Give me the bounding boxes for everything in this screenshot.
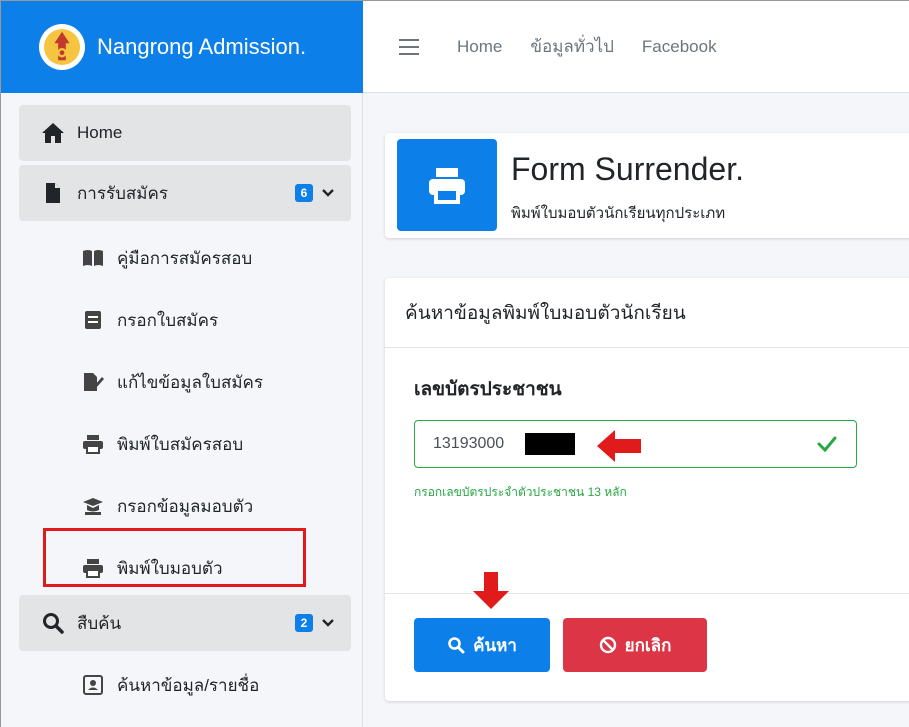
sidebar-item-fill-application[interactable]: กรอกใบสมัคร [19,289,351,351]
page-subtitle: พิมพ์ใบมอบตัวนักเรียนทุกประเภท [511,205,726,222]
cancel-button-label: ยกเลิก [624,635,672,655]
annotation-arrow-left-icon [597,430,641,462]
redaction-block [525,433,575,455]
sidebar-item-label: พิมพ์ใบสมัครสอบ [117,434,244,454]
id-card-icon [81,674,105,696]
sidebar-item-label: การรับสมัคร [77,183,168,203]
page-title: Form Surrender. [511,151,744,187]
print-icon [81,433,105,455]
book-open-icon [81,247,105,269]
count-badge: 2 [295,614,313,632]
ban-icon [599,636,616,654]
check-icon [817,436,837,453]
help-text: กรอกเลขบัตรประจำตัวประชาชน 13 หลัก [414,485,627,499]
sidebar-item-label: กรอกข้อมูลมอบตัว [117,496,254,516]
cancel-button[interactable]: ยกเลิก [563,618,707,672]
graduation-cap-icon [81,495,105,517]
school-logo [39,24,85,70]
chevron-down-icon[interactable] [321,186,335,200]
count-badge: 6 [295,184,313,202]
sidebar-item-label: สืบค้น [77,613,122,633]
sidebar-item-label: กรอกใบสมัคร [117,310,219,330]
file-signature-icon [81,371,105,393]
search-section: สืบค้น 2 ค้นหาข้อมูล/รายชื่อ [19,595,351,715]
document-icon [81,309,105,331]
page-info-box: Form Surrender. พิมพ์ใบมอบตัวนักเรียนทุก… [385,133,909,238]
annotation-arrow-down-icon [473,572,509,609]
nav-link-general-info[interactable]: ข้อมูลทั่วไป [530,33,614,60]
sidebar-item-home[interactable]: Home [19,105,351,161]
app-frame: Nangrong Admission. Home การรับสมัคร 6 ค… [0,0,909,727]
menu-toggle-icon[interactable] [399,38,419,55]
brand-link[interactable]: Nangrong Admission. [1,1,363,93]
search-button[interactable]: ค้นหา [414,618,550,672]
sidebar-item-search-list[interactable]: ค้นหาข้อมูล/รายชื่อ [19,655,351,715]
sidebar-item-print-application[interactable]: พิมพ์ใบสมัครสอบ [19,413,351,475]
sidebar-item-label: ค้นหาข้อมูล/รายชื่อ [117,675,260,695]
print-icon [397,139,497,231]
top-navbar: Home ข้อมูลทั่วไป Facebook [363,1,909,93]
search-icon [39,611,67,635]
nav-link-facebook[interactable]: Facebook [642,37,717,57]
sidebar-item-admission[interactable]: การรับสมัคร 6 [19,165,351,221]
id-number-label: เลขบัตรประชาชน [414,379,562,400]
sidebar-item-label: แก้ไขข้อมูลใบสมัคร [117,372,264,392]
nav-link-home[interactable]: Home [457,37,502,57]
search-form-card: ค้นหาข้อมูลพิมพ์ใบมอบตัวนักเรียน เลขบัตร… [385,278,909,701]
file-icon [39,181,67,205]
sidebar: Nangrong Admission. Home การรับสมัคร 6 ค… [1,1,363,727]
id-number-input[interactable] [433,435,523,453]
search-button-label: ค้นหา [473,635,517,655]
sidebar-item-manual[interactable]: คู่มือการสมัครสอบ [19,227,351,289]
home-icon [39,121,67,145]
card-title: ค้นหาข้อมูลพิมพ์ใบมอบตัวนักเรียน [385,278,909,348]
sidebar-item-label: Home [77,123,123,142]
annotation-highlight-box [43,528,306,587]
brand-title: Nangrong Admission. [97,34,307,59]
sidebar-item-edit-application[interactable]: แก้ไขข้อมูลใบสมัคร [19,351,351,413]
search-icon [448,637,465,654]
sidebar-nav: Home การรับสมัคร 6 [19,105,351,225]
sidebar-item-search[interactable]: สืบค้น 2 [19,595,351,651]
chevron-down-icon[interactable] [321,616,335,630]
sidebar-item-label: คู่มือการสมัครสอบ [117,248,253,268]
main-content: Form Surrender. พิมพ์ใบมอบตัวนักเรียนทุก… [363,93,909,727]
divider [385,593,909,594]
